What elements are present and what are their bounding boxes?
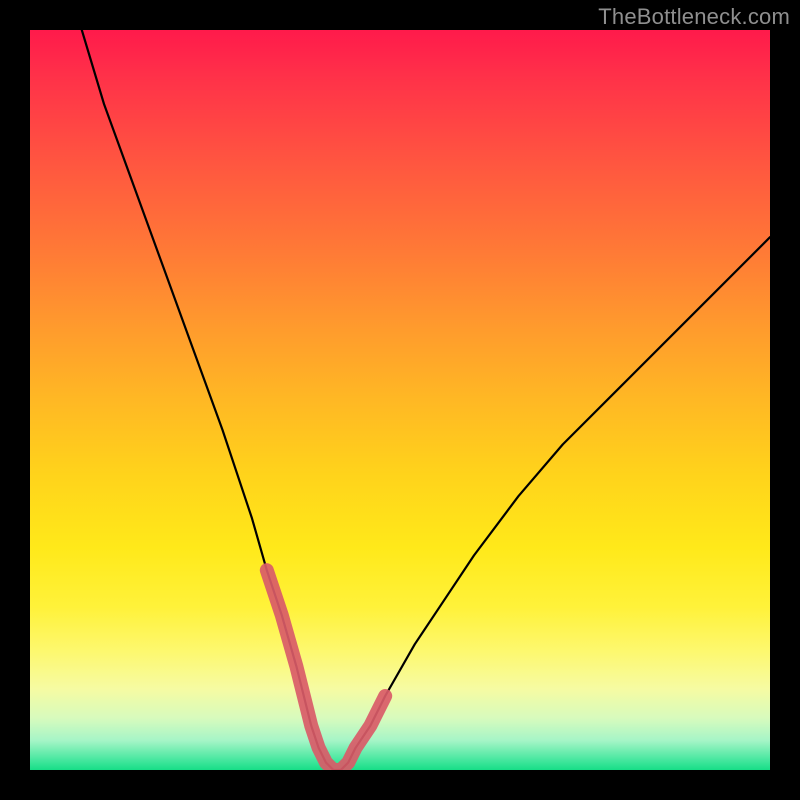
curve-highlight-path (267, 570, 385, 770)
watermark-text: TheBottleneck.com (598, 4, 790, 30)
chart-stage: TheBottleneck.com (0, 0, 800, 800)
curve-main-path (82, 30, 770, 770)
bottleneck-curve (30, 30, 770, 770)
plot-area (30, 30, 770, 770)
